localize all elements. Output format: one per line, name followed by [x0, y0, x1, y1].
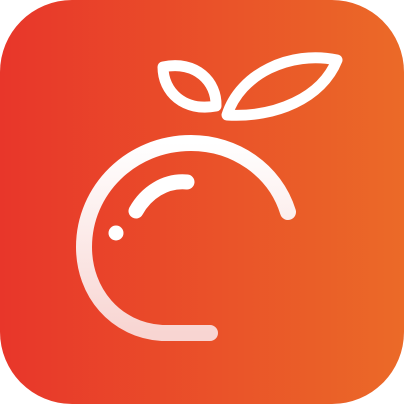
highlight-dot: [108, 225, 124, 241]
app-icon[interactable]: [0, 0, 404, 404]
icon-background: [0, 0, 404, 404]
orange-logo-icon: [0, 0, 404, 404]
